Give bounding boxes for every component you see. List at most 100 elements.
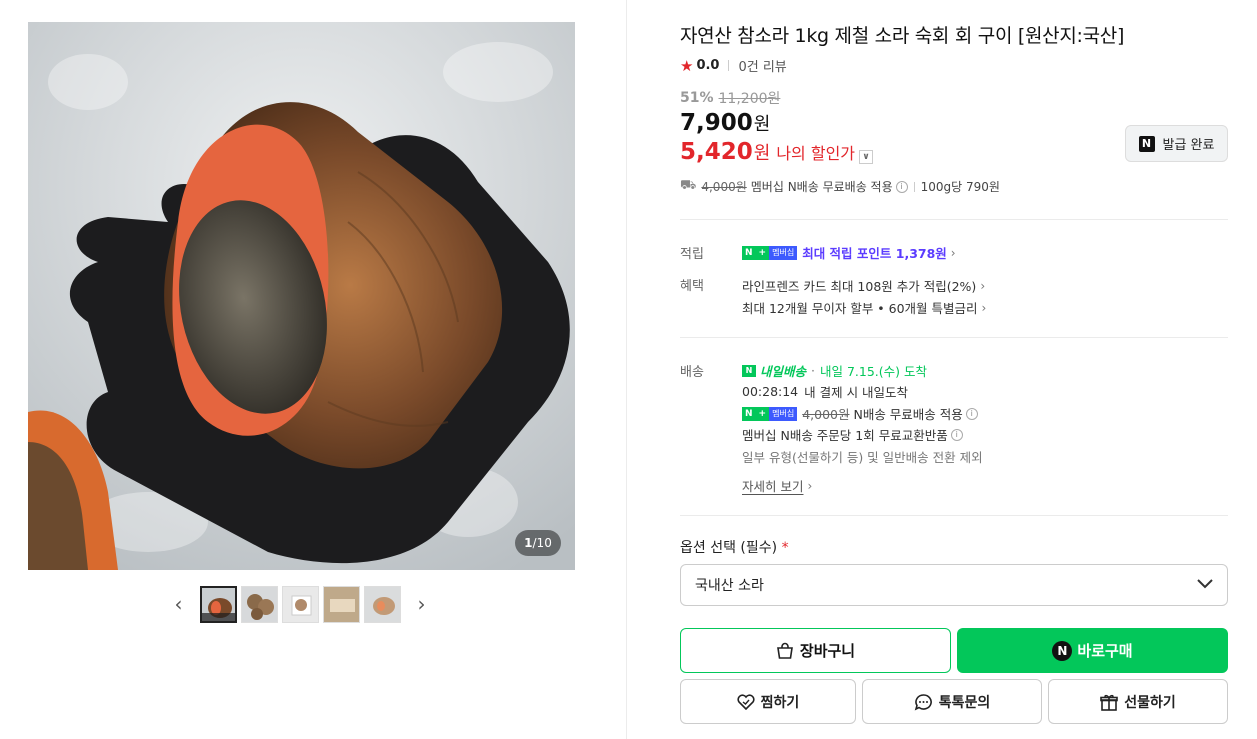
divider — [728, 60, 730, 71]
divider — [913, 181, 915, 192]
benefit-card-text: 라인프렌즈 카드 최대 108원 추가 적립(2%) — [742, 279, 977, 294]
old-shipping-fee: 4,000원 — [802, 407, 850, 422]
free-exchange-text: 멤버십 N배송 주문당 1회 무료교환반품 — [742, 428, 948, 443]
delivery-label: 배송 — [680, 365, 704, 380]
discount-row: 51% 11,200원 — [680, 88, 780, 108]
nplus-badge-plus: + — [755, 406, 770, 421]
product-gallery: 1/10 ‹ › — [0, 0, 627, 739]
image-counter: 1/10 — [515, 530, 561, 556]
section-divider — [680, 219, 1228, 220]
rating-score: 0.0 — [696, 58, 720, 73]
free-exchange-row: 멤버십 N배송 주문당 1회 무료교환반품 i — [742, 425, 963, 444]
add-to-cart-button[interactable]: 장바구니 — [680, 628, 951, 673]
chevron-right-icon: › — [981, 300, 987, 315]
details-link-text[interactable]: 자세히 보기 — [742, 476, 803, 495]
my-price-value: 5,420 — [680, 139, 753, 165]
gift-icon — [1100, 693, 1119, 711]
wishlist-button[interactable]: 찜하기 — [680, 679, 856, 724]
points-row[interactable]: N + 멤버십 최대 적립 포인트 1,378원 › — [742, 243, 956, 262]
thumbnail-5[interactable] — [363, 585, 401, 623]
tomorrow-delivery-badge: N 내일배송 — [742, 361, 806, 380]
max-points-text: 최대 적립 포인트 1,378원 — [802, 246, 947, 261]
my-price-currency: 원 — [753, 143, 771, 164]
option-selected-value: 국내산 소라 — [695, 578, 764, 594]
delivery-details-link[interactable]: 자세히 보기 › — [742, 476, 812, 495]
shipping-summary-text: 멤버십 N배송 무료배송 적용 — [750, 180, 893, 194]
rating-row: ★ 0.0 0건 리뷰 — [680, 56, 787, 76]
info-icon[interactable]: i — [965, 407, 978, 420]
shopping-bag-icon — [776, 642, 794, 660]
delivery-arrival-row: N 내일배송 · 내일 7.15.(수) 도착 — [742, 361, 927, 380]
section-divider — [680, 515, 1228, 516]
nplus-badge-membership: 멤버십 — [769, 245, 798, 260]
nplus-badge-plus: + — [755, 245, 770, 260]
info-icon[interactable]: i — [950, 428, 963, 441]
buy-label: 바로구매 — [1077, 642, 1133, 660]
truck-icon: ⛟ — [680, 178, 697, 193]
chevron-right-icon: › — [980, 278, 986, 293]
benefit-card-row[interactable]: 라인프렌즈 카드 최대 108원 추가 적립(2%) › — [742, 276, 985, 295]
nplus-badge-membership: 멤버십 — [769, 406, 798, 421]
sale-price: 7,900원 — [680, 110, 770, 136]
wish-label: 찜하기 — [760, 694, 800, 711]
my-price-label: 나의 할인가 — [776, 144, 856, 163]
section-divider — [680, 337, 1228, 338]
nplus-badge-n: N — [742, 245, 756, 260]
image-counter-current: 1 — [524, 536, 533, 550]
arrival-date: 내일 7.15.(수) 도착 — [820, 364, 928, 379]
sale-price-currency: 원 — [753, 114, 771, 135]
shipping-summary: ⛟ 4,000원 멤버십 N배송 무료배송 적용 i 100g당 790원 — [680, 178, 1000, 195]
countdown-text: 내 결제 시 내일도착 — [804, 385, 909, 400]
free-shipping-text: N배송 무료배송 적용 — [853, 407, 963, 422]
main-product-image[interactable]: 1/10 — [28, 22, 575, 570]
points-label: 적립 — [680, 247, 704, 262]
benefit-installment-text: 최대 12개월 무이자 할부 • 60개월 특별금리 — [742, 301, 978, 316]
original-price: 11,200원 — [718, 91, 781, 107]
discount-percent: 51% — [680, 90, 714, 106]
option-label-text: 옵션 선택 (필수) — [680, 540, 778, 556]
thumbnail-prev-arrow[interactable]: ‹ — [160, 585, 198, 623]
benefit-label: 혜택 — [680, 279, 704, 294]
talk-label: 톡톡문의 — [938, 694, 991, 711]
gift-label: 선물하기 — [1124, 694, 1176, 711]
thumbnail-next-arrow[interactable]: › — [403, 585, 441, 623]
chevron-down-icon[interactable]: ∨ — [859, 150, 874, 164]
nplus-membership-badge: N + 멤버십 — [742, 406, 798, 421]
thumbnail-2[interactable] — [240, 585, 278, 623]
exclusion-text: 일부 유형(선물하기 등) 및 일반배송 전환 제외 — [742, 450, 983, 465]
thumbnail-3[interactable] — [281, 585, 319, 623]
chevron-down-icon — [1197, 577, 1213, 593]
talktalk-inquiry-button[interactable]: 톡톡문의 — [862, 679, 1042, 724]
unit-price: 100g당 790원 — [920, 180, 1000, 194]
chevron-right-icon: › — [807, 478, 813, 493]
review-count-link[interactable]: 0건 리뷰 — [738, 56, 786, 75]
thumbnail-1[interactable] — [199, 585, 237, 623]
coupon-issued-button[interactable]: N 발급 완료 — [1125, 125, 1228, 162]
gift-button[interactable]: 선물하기 — [1048, 679, 1228, 724]
option-select[interactable]: 국내산 소라 — [680, 564, 1228, 606]
nplus-membership-badge: N + 멤버십 — [742, 245, 798, 260]
countdown-row: 00:28:14 내 결제 시 내일도착 — [742, 382, 908, 401]
tomorrow-delivery-label: 내일배송 — [760, 364, 807, 379]
image-counter-total: /10 — [532, 536, 552, 550]
countdown-timer: 00:28:14 — [742, 384, 799, 399]
info-icon[interactable]: i — [895, 180, 908, 193]
benefit-installment-row[interactable]: 최대 12개월 무이자 할부 • 60개월 특별금리 › — [742, 298, 986, 317]
star-icon: ★ — [680, 56, 694, 75]
cart-label: 장바구니 — [799, 642, 856, 660]
heart-icon — [737, 693, 755, 710]
old-shipping-fee: 4,000원 — [701, 180, 747, 194]
thumbnail-4[interactable] — [322, 585, 360, 623]
dot-separator: · — [811, 363, 815, 378]
exclusion-row: 일부 유형(선물하기 등) 및 일반배송 전환 제외 — [742, 447, 983, 466]
naver-n-icon: N — [1138, 135, 1155, 152]
my-discount-price[interactable]: 5,420 원 나의 할인가 ∨ — [680, 139, 874, 165]
coupon-label: 발급 완료 — [1162, 138, 1215, 153]
required-mark: * — [781, 540, 789, 556]
nplus-badge-n: N — [742, 406, 756, 421]
buy-now-button[interactable]: N 바로구매 — [957, 628, 1228, 673]
thumbnail-strip: ‹ › — [0, 585, 600, 623]
product-title: 자연산 참소라 1kg 제철 소라 숙회 회 구이 [원산지:국산] — [680, 25, 1125, 47]
truck-icon: N — [742, 364, 756, 377]
conch-photo — [28, 22, 575, 570]
